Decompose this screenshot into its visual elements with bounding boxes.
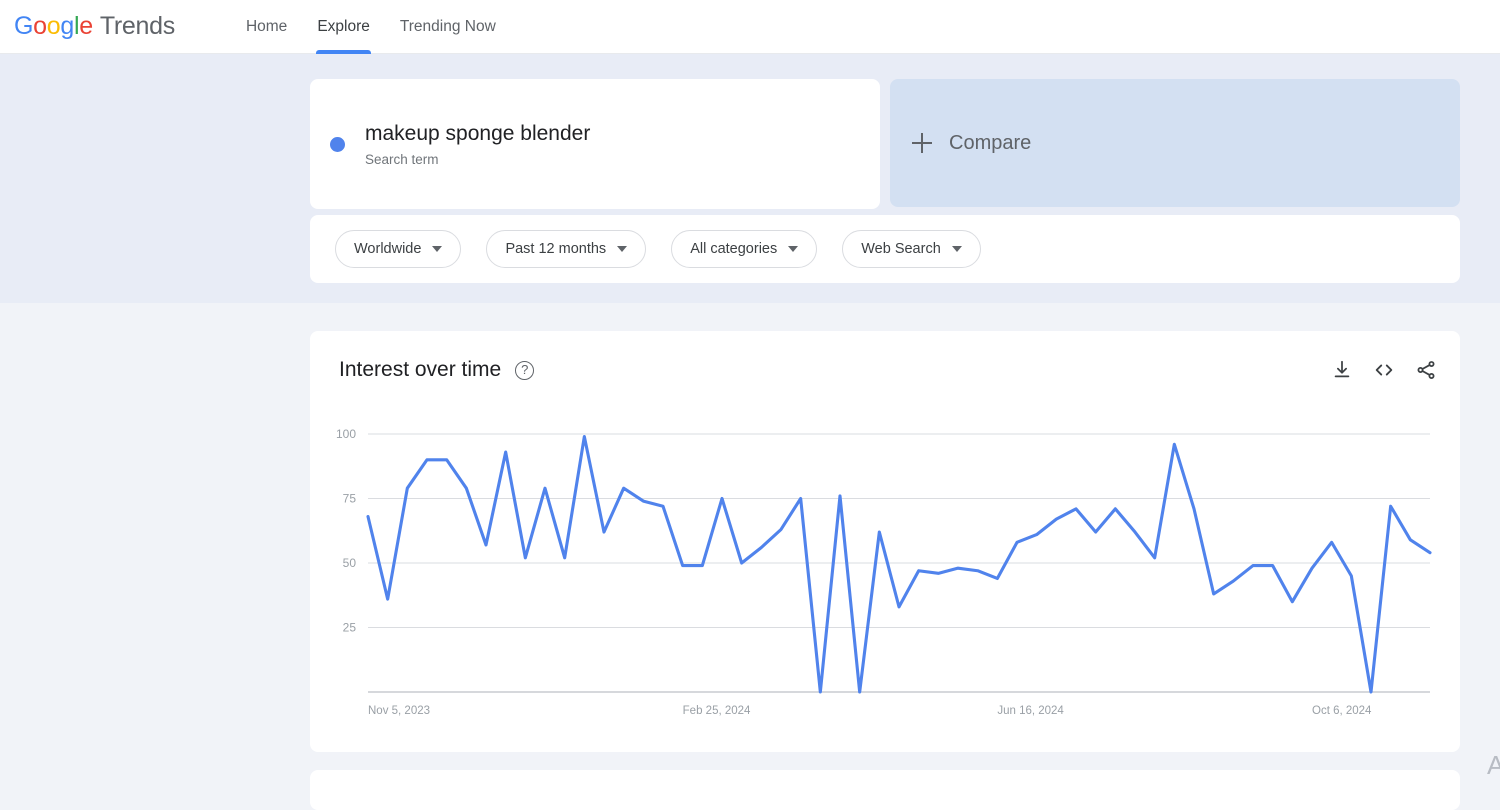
nav-item-trending-now[interactable]: Trending Now	[385, 0, 511, 54]
cut-off-text-glyph: A	[1487, 750, 1500, 780]
help-icon[interactable]: ?	[515, 360, 535, 380]
search-term-card[interactable]: makeup sponge blender Search term	[310, 79, 880, 209]
chart-title: Interest over time	[339, 358, 502, 381]
chart-action-icons	[1331, 359, 1437, 381]
y-axis-tick-label: 50	[343, 556, 357, 570]
logo-letter-o2: o	[46, 12, 61, 40]
x-axis-tick-label: Nov 5, 2023	[368, 705, 430, 717]
chevron-down-icon	[432, 246, 443, 252]
logo-product-name: Trends	[99, 12, 175, 40]
chevron-down-icon	[617, 246, 628, 252]
filter-searchtype-label: Web Search	[861, 241, 941, 257]
logo-letter-o1: o	[33, 12, 47, 40]
google-trends-logo[interactable]: Google Trends	[14, 12, 175, 41]
filters-bar: Worldwide Past 12 months All categories …	[310, 215, 1460, 283]
top-navigation-bar: Google Trends Home Explore Trending Now	[0, 0, 1500, 54]
logo-letter-g: G	[14, 12, 34, 40]
plus-icon	[912, 133, 932, 153]
nav-item-explore[interactable]: Explore	[302, 0, 385, 54]
filter-location-dropdown[interactable]: Worldwide	[335, 230, 462, 268]
share-icon[interactable]	[1415, 359, 1437, 381]
compare-button[interactable]: Compare	[890, 79, 1460, 207]
filter-location-label: Worldwide	[354, 241, 422, 257]
y-axis-tick-label: 100	[336, 427, 356, 441]
search-term-text: makeup sponge blender Search term	[365, 121, 590, 167]
filter-searchtype-dropdown[interactable]: Web Search	[842, 230, 981, 268]
filter-timerange-dropdown[interactable]: Past 12 months	[486, 230, 647, 268]
nav-item-home[interactable]: Home	[231, 0, 302, 54]
interest-over-time-card: Interest over time ? 25 50 75 100 Nov 5, 202…	[310, 331, 1460, 752]
chevron-down-icon	[951, 246, 962, 252]
next-section-card-partial	[310, 770, 1460, 810]
filter-category-dropdown[interactable]: All categories	[671, 230, 818, 268]
series-color-dot	[330, 136, 345, 152]
x-axis-tick-label: Jun 16, 2024	[997, 705, 1064, 717]
embed-code-icon[interactable]	[1373, 359, 1395, 381]
y-axis-tick-label: 25	[343, 621, 357, 635]
nav-items: Home Explore Trending Now	[231, 0, 511, 54]
logo-letter-g2: g	[60, 12, 74, 40]
search-term-subtitle: Search term	[365, 152, 439, 168]
interest-over-time-plot: 25 50 75 100 Nov 5, 2023 Feb 25, 2024 Jun 16, …	[310, 409, 1460, 752]
compare-label: Compare	[949, 131, 1032, 154]
filter-category-label: All categories	[690, 241, 778, 257]
x-axis-tick-label: Feb 25, 2024	[683, 705, 751, 717]
x-axis-tick-label: Oct 6, 2024	[1312, 705, 1372, 717]
filter-timerange-label: Past 12 months	[505, 241, 607, 257]
chart-header: Interest over time ?	[310, 331, 1460, 409]
chevron-down-icon	[788, 246, 799, 252]
trend-line-chart: 25 50 75 100 Nov 5, 2023 Feb 25, 2024 Jun 16, …	[336, 427, 1432, 717]
logo-letter-e: e	[79, 12, 93, 40]
y-axis-tick-label: 75	[343, 492, 357, 506]
download-icon[interactable]	[1331, 359, 1353, 381]
trend-line-series[interactable]	[366, 435, 1432, 694]
search-term-title: makeup sponge blender	[365, 121, 591, 145]
